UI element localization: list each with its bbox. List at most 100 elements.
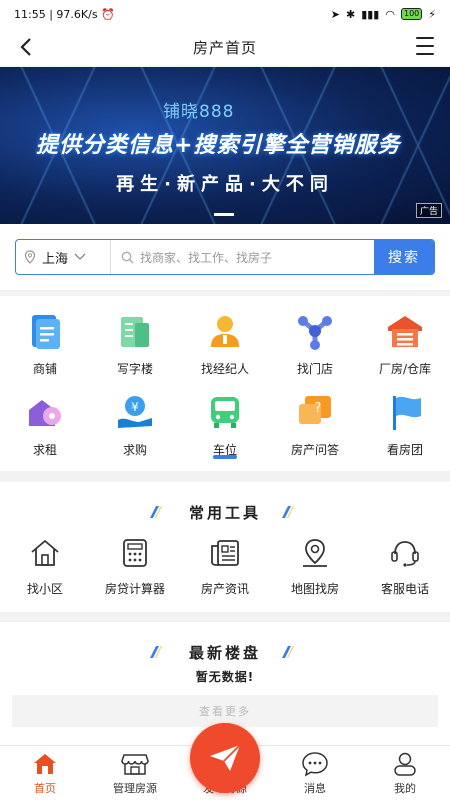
category-store[interactable]: 找门店 xyxy=(270,310,360,377)
top-nav: 房产首页 xyxy=(0,28,450,66)
tool-label: 找小区 xyxy=(26,582,63,596)
bluetooth-icon: ✱ xyxy=(345,7,356,21)
tool-label: 客服电话 xyxy=(380,582,429,596)
tab-messages[interactable]: 消息 xyxy=(270,746,360,800)
network-speed: 97.6K/s xyxy=(56,7,98,21)
headset-icon xyxy=(391,541,419,567)
city-selector[interactable]: 上海 xyxy=(16,240,111,274)
tab-manage-listings[interactable]: 管理房源 xyxy=(90,746,180,800)
user-icon xyxy=(391,751,419,777)
tool-label: 地图找房 xyxy=(290,582,339,596)
category-viewing-group[interactable]: 看房团 xyxy=(360,391,450,458)
ad-badge: 广告 xyxy=(415,203,442,218)
rent-key-icon xyxy=(23,391,67,433)
category-label: 求租 xyxy=(32,443,57,457)
flag-icon xyxy=(383,391,427,433)
search-section: 上海 找商家、找工作、找房子 搜索 xyxy=(0,224,450,290)
category-shop[interactable]: 商铺 xyxy=(0,310,90,377)
tool-real-estate-news[interactable]: 房产资讯 xyxy=(180,538,270,597)
banner-brand: 铺晓888 xyxy=(163,102,235,122)
tab-label: 我的 xyxy=(394,782,416,795)
qa-bubble-icon: ? xyxy=(293,391,337,433)
calculator-icon xyxy=(123,539,147,567)
home-icon xyxy=(31,751,59,777)
search-icon xyxy=(121,251,134,263)
category-parking[interactable]: 车位 xyxy=(180,391,270,458)
category-buy[interactable]: ¥ 求购 xyxy=(90,391,180,458)
tool-customer-service[interactable]: 客服电话 xyxy=(360,538,450,597)
category-label: 找经纪人 xyxy=(200,362,249,376)
menu-icon[interactable] xyxy=(416,37,434,55)
svg-text:?: ? xyxy=(315,401,322,416)
category-label: 商铺 xyxy=(32,362,57,376)
category-qa[interactable]: ? 房产问答 xyxy=(270,391,360,458)
banner-subline: 再生·新产品·大不同 xyxy=(116,174,334,195)
category-label: 写字楼 xyxy=(116,362,153,376)
chevron-down-icon xyxy=(74,253,86,260)
category-label: 厂房/仓库 xyxy=(378,362,432,376)
wifi-icon: ◠ xyxy=(385,7,395,21)
banner-indicator xyxy=(214,213,234,216)
search-bar: 上海 找商家、找工作、找房子 搜索 xyxy=(15,239,435,275)
news-icon xyxy=(211,540,239,566)
tool-find-community[interactable]: 找小区 xyxy=(0,538,90,597)
title-decoration-icon xyxy=(282,646,294,658)
category-label: 找门店 xyxy=(296,362,333,376)
agent-icon xyxy=(203,310,247,352)
status-time: 11:55 xyxy=(14,7,46,21)
tab-profile[interactable]: 我的 xyxy=(360,746,450,800)
status-right: ➤ ✱ ▮▮▮ ◠ 100 ⚡ xyxy=(331,8,436,21)
office-building-icon xyxy=(113,310,157,352)
signal-icon: ▮▮▮ xyxy=(361,7,380,21)
latest-title: 最新楼盘 xyxy=(188,644,261,662)
tools-row: 找小区 房贷计算器 房产资讯 地图找房 客服电话 xyxy=(0,538,450,597)
search-button[interactable]: 搜索 xyxy=(374,240,434,274)
publish-fab-button[interactable] xyxy=(190,723,260,793)
tools-section: 常用工具 找小区 房贷计算器 房产资讯 地图找房 客服电话 xyxy=(0,482,450,612)
tool-label: 房贷计算器 xyxy=(104,582,165,596)
category-rent[interactable]: 求租 xyxy=(0,391,90,458)
category-label: 看房团 xyxy=(386,443,423,457)
chat-icon xyxy=(301,751,329,777)
warehouse-icon xyxy=(383,310,427,352)
empty-state-text: 暂无数据! xyxy=(195,670,255,684)
banner-headline: 提供分类信息+搜索引擎全营销服务 xyxy=(36,133,401,158)
tool-map-search[interactable]: 地图找房 xyxy=(270,538,360,597)
status-left: 11:55 | 97.6K/s ⏰ xyxy=(14,7,115,21)
store-network-icon xyxy=(293,310,337,352)
paper-plane-icon xyxy=(210,744,241,771)
battery-icon: 100 xyxy=(400,8,423,20)
promo-banner[interactable]: 铺晓888 提供分类信息+搜索引擎全营销服务 再生·新产品·大不同 广告 xyxy=(0,67,450,224)
page-indicator xyxy=(213,455,237,459)
tool-mortgage-calculator[interactable]: 房贷计算器 xyxy=(90,538,180,597)
tools-title: 常用工具 xyxy=(188,504,261,522)
page-title: 房产首页 xyxy=(192,38,257,57)
category-agent[interactable]: 找经纪人 xyxy=(180,310,270,377)
alarm-icon: ⏰ xyxy=(101,7,115,21)
back-arrow-icon[interactable] xyxy=(14,34,40,60)
category-panel: 商铺 写字楼 找经纪人 找门店 厂房/仓库 求租 ¥ 求购 车位 ? 房产问答 … xyxy=(0,296,450,471)
status-bar: 11:55 | 97.6K/s ⏰ ➤ ✱ ▮▮▮ ◠ 100 ⚡ xyxy=(0,0,450,28)
search-input[interactable]: 找商家、找工作、找房子 xyxy=(111,240,374,274)
search-placeholder: 找商家、找工作、找房子 xyxy=(140,250,273,265)
category-warehouse[interactable]: 厂房/仓库 xyxy=(360,310,450,377)
tab-label: 管理房源 xyxy=(113,782,157,795)
buy-yen-icon: ¥ xyxy=(113,391,157,433)
category-office[interactable]: 写字楼 xyxy=(90,310,180,377)
shop-doc-icon xyxy=(23,310,67,352)
category-grid: 商铺 写字楼 找经纪人 找门店 厂房/仓库 求租 ¥ 求购 车位 ? 房产问答 … xyxy=(0,310,450,458)
city-name: 上海 xyxy=(42,251,69,267)
category-label: 房产问答 xyxy=(290,443,339,457)
tab-label: 首页 xyxy=(34,782,56,795)
charging-icon: ⚡ xyxy=(428,7,436,21)
map-pin-icon xyxy=(303,539,327,567)
svg-text:¥: ¥ xyxy=(131,400,139,414)
category-label: 求购 xyxy=(122,443,147,457)
location-pin-icon xyxy=(24,250,36,264)
title-decoration-icon xyxy=(282,506,294,518)
house-icon xyxy=(31,539,59,566)
tab-home[interactable]: 首页 xyxy=(0,746,90,800)
storefront-icon xyxy=(121,751,149,777)
tab-label: 消息 xyxy=(304,782,326,795)
parking-bus-icon xyxy=(203,391,247,433)
